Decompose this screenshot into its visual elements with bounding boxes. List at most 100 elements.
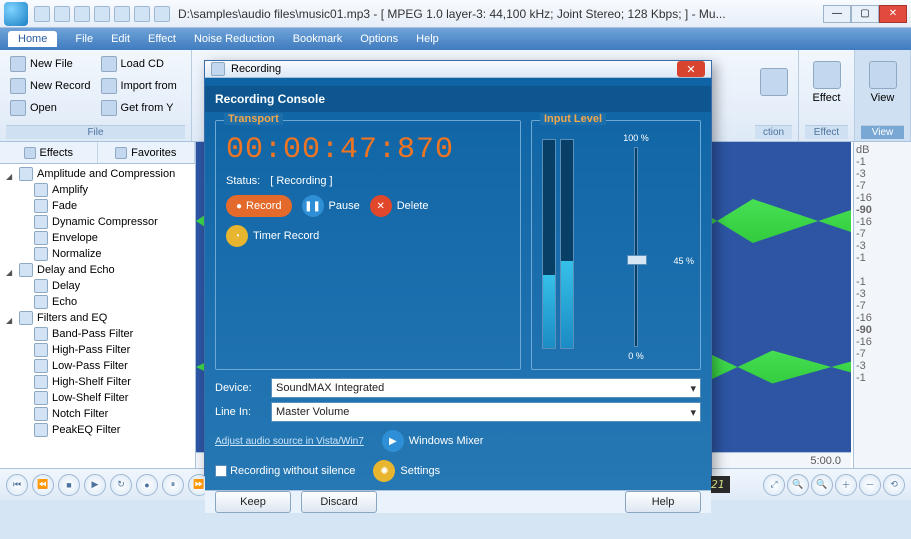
recording-icon: [211, 62, 225, 76]
play-button[interactable]: ▶: [84, 474, 106, 496]
maximize-button[interactable]: ▢: [851, 5, 879, 23]
tree-item[interactable]: Band-Pass Filter: [2, 326, 193, 342]
ribbon-get-from-y[interactable]: Get from Y: [97, 98, 181, 118]
tree-item[interactable]: Notch Filter: [2, 406, 193, 422]
minimize-button[interactable]: —: [823, 5, 851, 23]
zoom-y-button[interactable]: 🔍: [811, 474, 833, 496]
tree-item[interactable]: Delay: [2, 278, 193, 294]
qat-more-icon[interactable]: [154, 6, 170, 22]
clock-icon: ◔: [226, 225, 248, 247]
zoom-selection-button[interactable]: 🔍: [787, 474, 809, 496]
qat-import-icon[interactable]: [54, 6, 70, 22]
tree-item[interactable]: Normalize: [2, 246, 193, 262]
menu-noise-reduction[interactable]: Noise Reduction: [194, 33, 275, 45]
stop-button[interactable]: ■: [58, 474, 80, 496]
linein-label: Line In:: [215, 406, 265, 418]
qat-undo-icon[interactable]: [94, 6, 110, 22]
qat-open-icon[interactable]: [34, 6, 50, 22]
linein-select[interactable]: Master Volume: [271, 402, 701, 422]
discard-button[interactable]: Discard: [301, 491, 377, 513]
transport-panel: Transport 00:00:47:870 Status: [ Recordi…: [215, 120, 521, 370]
zoom-in-button[interactable]: ＋: [835, 474, 857, 496]
tree-item[interactable]: High-Pass Filter: [2, 342, 193, 358]
zoom-out-button[interactable]: －: [859, 474, 881, 496]
tree-item[interactable]: Low-Shelf Filter: [2, 390, 193, 406]
menu-effect[interactable]: Effect: [148, 33, 176, 45]
pause-btn[interactable]: ❚❚Pause: [302, 195, 360, 217]
zoom-fit-button[interactable]: ⤢: [763, 474, 785, 496]
ribbon-load-cd[interactable]: Load CD: [97, 54, 181, 74]
ribbon-effect-button[interactable]: Effect: [805, 54, 848, 110]
ribbon-import-from[interactable]: Import from: [97, 76, 181, 96]
tree-item[interactable]: Echo: [2, 294, 193, 310]
tree-item[interactable]: High-Shelf Filter: [2, 374, 193, 390]
pause-button[interactable]: ⏸: [162, 474, 184, 496]
tree-node-icon: [34, 407, 48, 421]
tree-category[interactable]: Delay and Echo: [2, 262, 193, 278]
help-button[interactable]: Help: [625, 491, 701, 513]
ribbon-open[interactable]: Open: [6, 98, 95, 118]
rewind-button[interactable]: ⏪: [32, 474, 54, 496]
tab-favorites[interactable]: Favorites: [98, 142, 196, 163]
sidebar: Effects Favorites Amplitude and Compress…: [0, 142, 196, 468]
window-title: D:\samples\audio files\music01.mp3 - [ M…: [178, 7, 823, 21]
tree-item[interactable]: PeakEQ Filter: [2, 422, 193, 438]
tree-node-icon: [34, 183, 48, 197]
ribbon-group-selection: ction: [755, 125, 792, 139]
qat-refresh-icon[interactable]: [134, 6, 150, 22]
tree-item[interactable]: Envelope: [2, 230, 193, 246]
import-icon: [101, 78, 117, 94]
menu-home[interactable]: Home: [8, 31, 57, 47]
windows-mixer-btn[interactable]: ▶Windows Mixer: [382, 430, 484, 452]
rec-without-silence-checkbox[interactable]: Recording without silence: [215, 465, 355, 477]
goto-start-button[interactable]: ⏮: [6, 474, 28, 496]
ribbon-view-button[interactable]: View: [861, 54, 904, 110]
device-select[interactable]: SoundMAX Integrated: [271, 378, 701, 398]
level-100: 100 %: [623, 133, 649, 143]
tree-node-label: Dynamic Compressor: [52, 216, 158, 228]
tree-category[interactable]: Filters and EQ: [2, 310, 193, 326]
dialog-title: Recording: [231, 63, 281, 75]
tree-category[interactable]: Amplitude and Compression: [2, 166, 193, 182]
tree-node-icon: [34, 327, 48, 341]
open-icon: [10, 100, 26, 116]
tree-item[interactable]: Fade: [2, 198, 193, 214]
tab-effects[interactable]: Effects: [0, 142, 98, 163]
youtube-icon: [101, 100, 117, 116]
menu-help[interactable]: Help: [416, 33, 439, 45]
tree-node-icon: [34, 359, 48, 373]
record-button[interactable]: ●: [136, 474, 158, 496]
new-file-icon: [10, 56, 26, 72]
dialog-close-button[interactable]: ✕: [677, 61, 705, 77]
tree-item[interactable]: Low-Pass Filter: [2, 358, 193, 374]
timer-record-btn[interactable]: ◔Timer Record: [226, 225, 510, 247]
ribbon-new-record[interactable]: New Record: [6, 76, 95, 96]
dialog-titlebar[interactable]: Recording ✕: [205, 61, 711, 78]
zoom-reset-button[interactable]: ⟲: [883, 474, 905, 496]
menu-options[interactable]: Options: [360, 33, 398, 45]
delete-btn[interactable]: ✕Delete: [370, 195, 429, 217]
effects-tree[interactable]: Amplitude and CompressionAmplifyFade Dyna…: [0, 164, 195, 468]
ribbon-group-effect: Effect: [805, 125, 848, 139]
tree-node-icon: [34, 343, 48, 357]
tree-node-label: Filters and EQ: [37, 312, 107, 324]
tree-item[interactable]: Dynamic Compressor: [2, 214, 193, 230]
tree-node-label: Normalize: [52, 248, 102, 260]
input-level-slider[interactable]: [634, 147, 638, 347]
tree-item[interactable]: Amplify: [2, 182, 193, 198]
qat-redo-icon[interactable]: [114, 6, 130, 22]
qat-save-icon[interactable]: [74, 6, 90, 22]
window-buttons: — ▢ ✕: [823, 5, 907, 23]
close-button[interactable]: ✕: [879, 5, 907, 23]
console-header: Recording Console: [205, 86, 711, 112]
menu-file[interactable]: File: [75, 33, 93, 45]
play-loop-button[interactable]: ↻: [110, 474, 132, 496]
record-btn[interactable]: ● Record: [226, 195, 292, 217]
menu-bookmark[interactable]: Bookmark: [293, 33, 343, 45]
ribbon-new-file[interactable]: New File: [6, 54, 95, 74]
adjust-source-link[interactable]: Adjust audio source in Vista/Win7: [215, 436, 364, 447]
keep-button[interactable]: Keep: [215, 491, 291, 513]
menu-edit[interactable]: Edit: [111, 33, 130, 45]
settings-btn[interactable]: ✺Settings: [373, 460, 440, 482]
app-orb-icon[interactable]: [4, 2, 28, 26]
